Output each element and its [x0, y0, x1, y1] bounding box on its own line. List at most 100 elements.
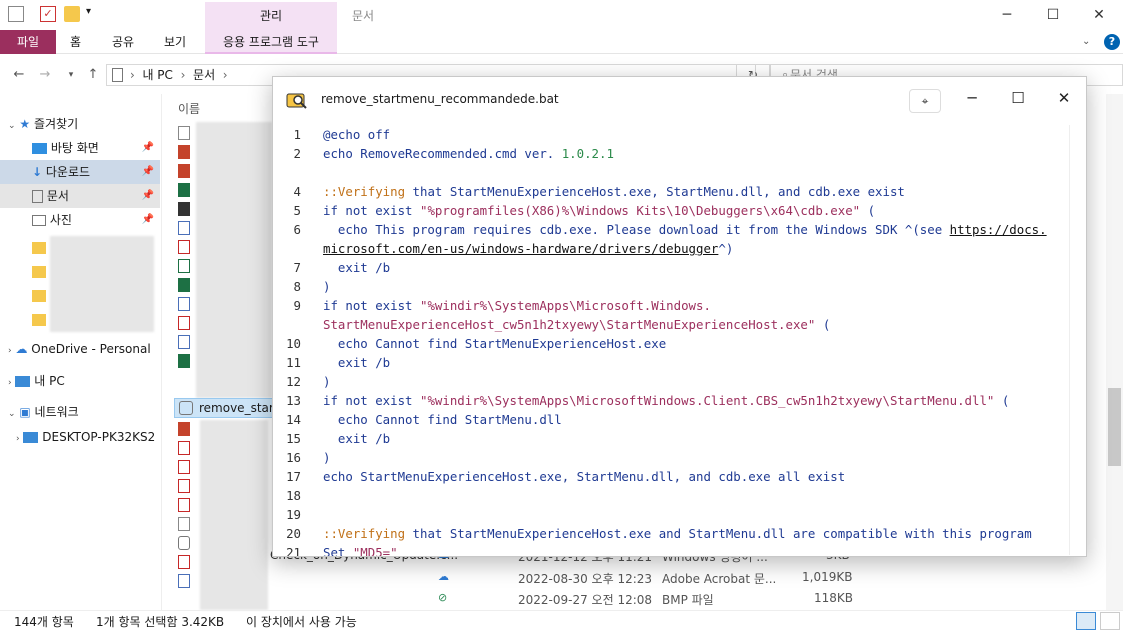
explorer-scrollbar[interactable] [1106, 94, 1123, 610]
large-icons-view-icon[interactable] [1100, 612, 1120, 630]
pdf-icon[interactable] [178, 441, 190, 455]
excel-icon[interactable] [178, 183, 190, 197]
sidebar-desktop-machine[interactable]: › DESKTOP-PK32KS2 [16, 425, 155, 449]
pin-icon[interactable]: ⌖ [909, 89, 941, 113]
back-icon[interactable]: ← [10, 66, 28, 84]
breadcrumb-this-pc[interactable]: 내 PC [142, 68, 172, 82]
sidebar-item-pictures[interactable]: 사진 📌 [0, 208, 160, 232]
properties-icon[interactable] [8, 6, 24, 22]
image-file-icon[interactable] [178, 574, 190, 588]
date-modified: 2022-09-27 오전 12:08 [518, 593, 653, 607]
pdf-icon[interactable] [178, 316, 190, 330]
excel-icon[interactable] [178, 354, 190, 368]
sidebar-quick-access-label: 즐겨찾기 [33, 117, 79, 131]
pinned-folders [32, 236, 46, 326]
chevron-right-icon[interactable]: › [8, 378, 12, 388]
notepad-minimize-icon[interactable]: ─ [949, 83, 995, 113]
pin-icon[interactable]: 📌 [142, 184, 154, 208]
code-line: echo This program requires cdb.exe. Plea… [323, 222, 1047, 237]
redacted-file-names [200, 420, 268, 610]
customize-quick-access-icon[interactable]: ▾ [86, 6, 91, 17]
pdf-icon[interactable] [178, 479, 190, 493]
text-file-icon[interactable] [178, 221, 190, 235]
notepad-close-icon[interactable]: ✕ [1041, 83, 1087, 113]
excel-icon[interactable] [178, 278, 190, 292]
recent-locations-icon[interactable]: ▾ [62, 66, 80, 84]
line-number: 11 [286, 355, 301, 370]
sidebar-item-documents[interactable]: 문서 📌 [0, 184, 160, 208]
tab-home[interactable]: 홈 [70, 30, 81, 54]
file-icon[interactable] [178, 517, 190, 531]
status-availability: 이 장치에서 사용 가능 [246, 615, 357, 629]
chevron-down-icon[interactable]: ⌄ [8, 121, 16, 131]
help-icon[interactable]: ? [1104, 34, 1120, 50]
folder-icon[interactable] [32, 266, 46, 278]
code-line: ) [323, 279, 331, 294]
pdf-icon[interactable] [178, 555, 190, 569]
code-editor[interactable]: 1 @echo off 2 echo RemoveRecommended.cmd… [273, 125, 1086, 556]
code-line: microsoft.com/en-us/windows-hardware/dri… [323, 241, 734, 256]
folder-icon[interactable] [32, 290, 46, 302]
code-line: echo Cannot find StartMenu.dll [323, 412, 562, 427]
tab-file[interactable]: 파일 [0, 30, 56, 54]
powerpoint-icon[interactable] [178, 422, 190, 436]
checkmark-icon[interactable]: ✓ [40, 6, 56, 22]
zip-icon[interactable] [178, 202, 190, 216]
notepad-window[interactable]: remove_startmenu_recommandede.bat ⌖ ─ ☐ … [272, 76, 1087, 557]
explorer-scrollbar-thumb[interactable] [1108, 388, 1121, 466]
batch-file-icon[interactable] [178, 536, 190, 550]
pdf-icon[interactable] [178, 460, 190, 474]
chevron-down-icon[interactable]: ⌄ [8, 409, 16, 419]
computer-icon [15, 376, 31, 387]
file-size: 118KB [814, 591, 854, 605]
breadcrumb-documents[interactable]: 문서 [193, 68, 215, 82]
documents-icon [32, 190, 43, 203]
sidebar-item-downloads[interactable]: ↓ 다운로드 📌 [0, 160, 160, 184]
pin-icon[interactable]: 📌 [142, 208, 154, 232]
tab-share[interactable]: 공유 [112, 30, 134, 54]
maximize-icon[interactable]: ☐ [1030, 0, 1076, 30]
notepad-scrollbar[interactable] [1069, 125, 1085, 555]
documents-icon [112, 68, 123, 82]
notepad-maximize-icon[interactable]: ☐ [995, 83, 1041, 113]
code-line: exit /b [323, 431, 391, 446]
code-line: echo RemoveRecommended.cmd ver. 1.0.2.1 [323, 146, 614, 161]
code-line: ::Verifying that StartMenuExperienceHost… [323, 526, 1032, 541]
sidebar-quick-access[interactable]: ⌄ ★ 즐겨찾기 [0, 112, 160, 136]
powerpoint-icon[interactable] [178, 164, 190, 178]
pictures-icon [32, 215, 46, 226]
details-view-icon[interactable] [1076, 612, 1096, 630]
new-folder-icon[interactable] [64, 6, 80, 22]
sidebar-this-pc[interactable]: › 내 PC [8, 369, 65, 393]
chevron-right-icon[interactable]: › [16, 434, 20, 444]
pin-icon[interactable]: 📌 [142, 160, 154, 184]
sidebar-network[interactable]: ⌄ ▣ 네트워크 [8, 400, 79, 424]
minimize-icon[interactable]: ─ [984, 0, 1030, 30]
code-line: @echo off [323, 127, 391, 142]
sidebar-item-desktop[interactable]: 바탕 화면 📌 [0, 136, 160, 160]
pdf-icon[interactable] [178, 498, 190, 512]
file-icon-column [178, 126, 190, 368]
context-tab-manage[interactable]: 관리 [205, 2, 337, 30]
forward-icon[interactable]: → [36, 66, 54, 84]
text-file-icon[interactable] [178, 297, 190, 311]
chevron-right-icon[interactable]: › [8, 346, 12, 356]
network-icon: ▣ [19, 405, 31, 419]
ribbon-expand-icon[interactable]: ⌄ [1082, 36, 1090, 47]
tab-application-tools[interactable]: 응용 프로그램 도구 [205, 30, 337, 54]
pdf-icon[interactable] [178, 240, 190, 254]
powerpoint-icon[interactable] [178, 145, 190, 159]
tab-view[interactable]: 보기 [164, 30, 186, 54]
folder-icon[interactable] [32, 242, 46, 254]
chart-file-icon[interactable] [178, 259, 190, 273]
pin-icon[interactable]: 📌 [142, 136, 154, 160]
folder-icon[interactable] [32, 314, 46, 326]
close-icon[interactable]: ✕ [1076, 0, 1122, 30]
column-header-name[interactable]: 이름 [178, 100, 200, 117]
sidebar-this-pc-label: 내 PC [34, 374, 65, 388]
up-icon[interactable]: ↑ [84, 66, 102, 84]
file-icon[interactable] [178, 126, 190, 140]
sidebar-onedrive[interactable]: › ☁ OneDrive - Personal [8, 337, 151, 361]
text-file-icon[interactable] [178, 335, 190, 349]
table-row-selected[interactable]: remove_startm [174, 398, 290, 418]
